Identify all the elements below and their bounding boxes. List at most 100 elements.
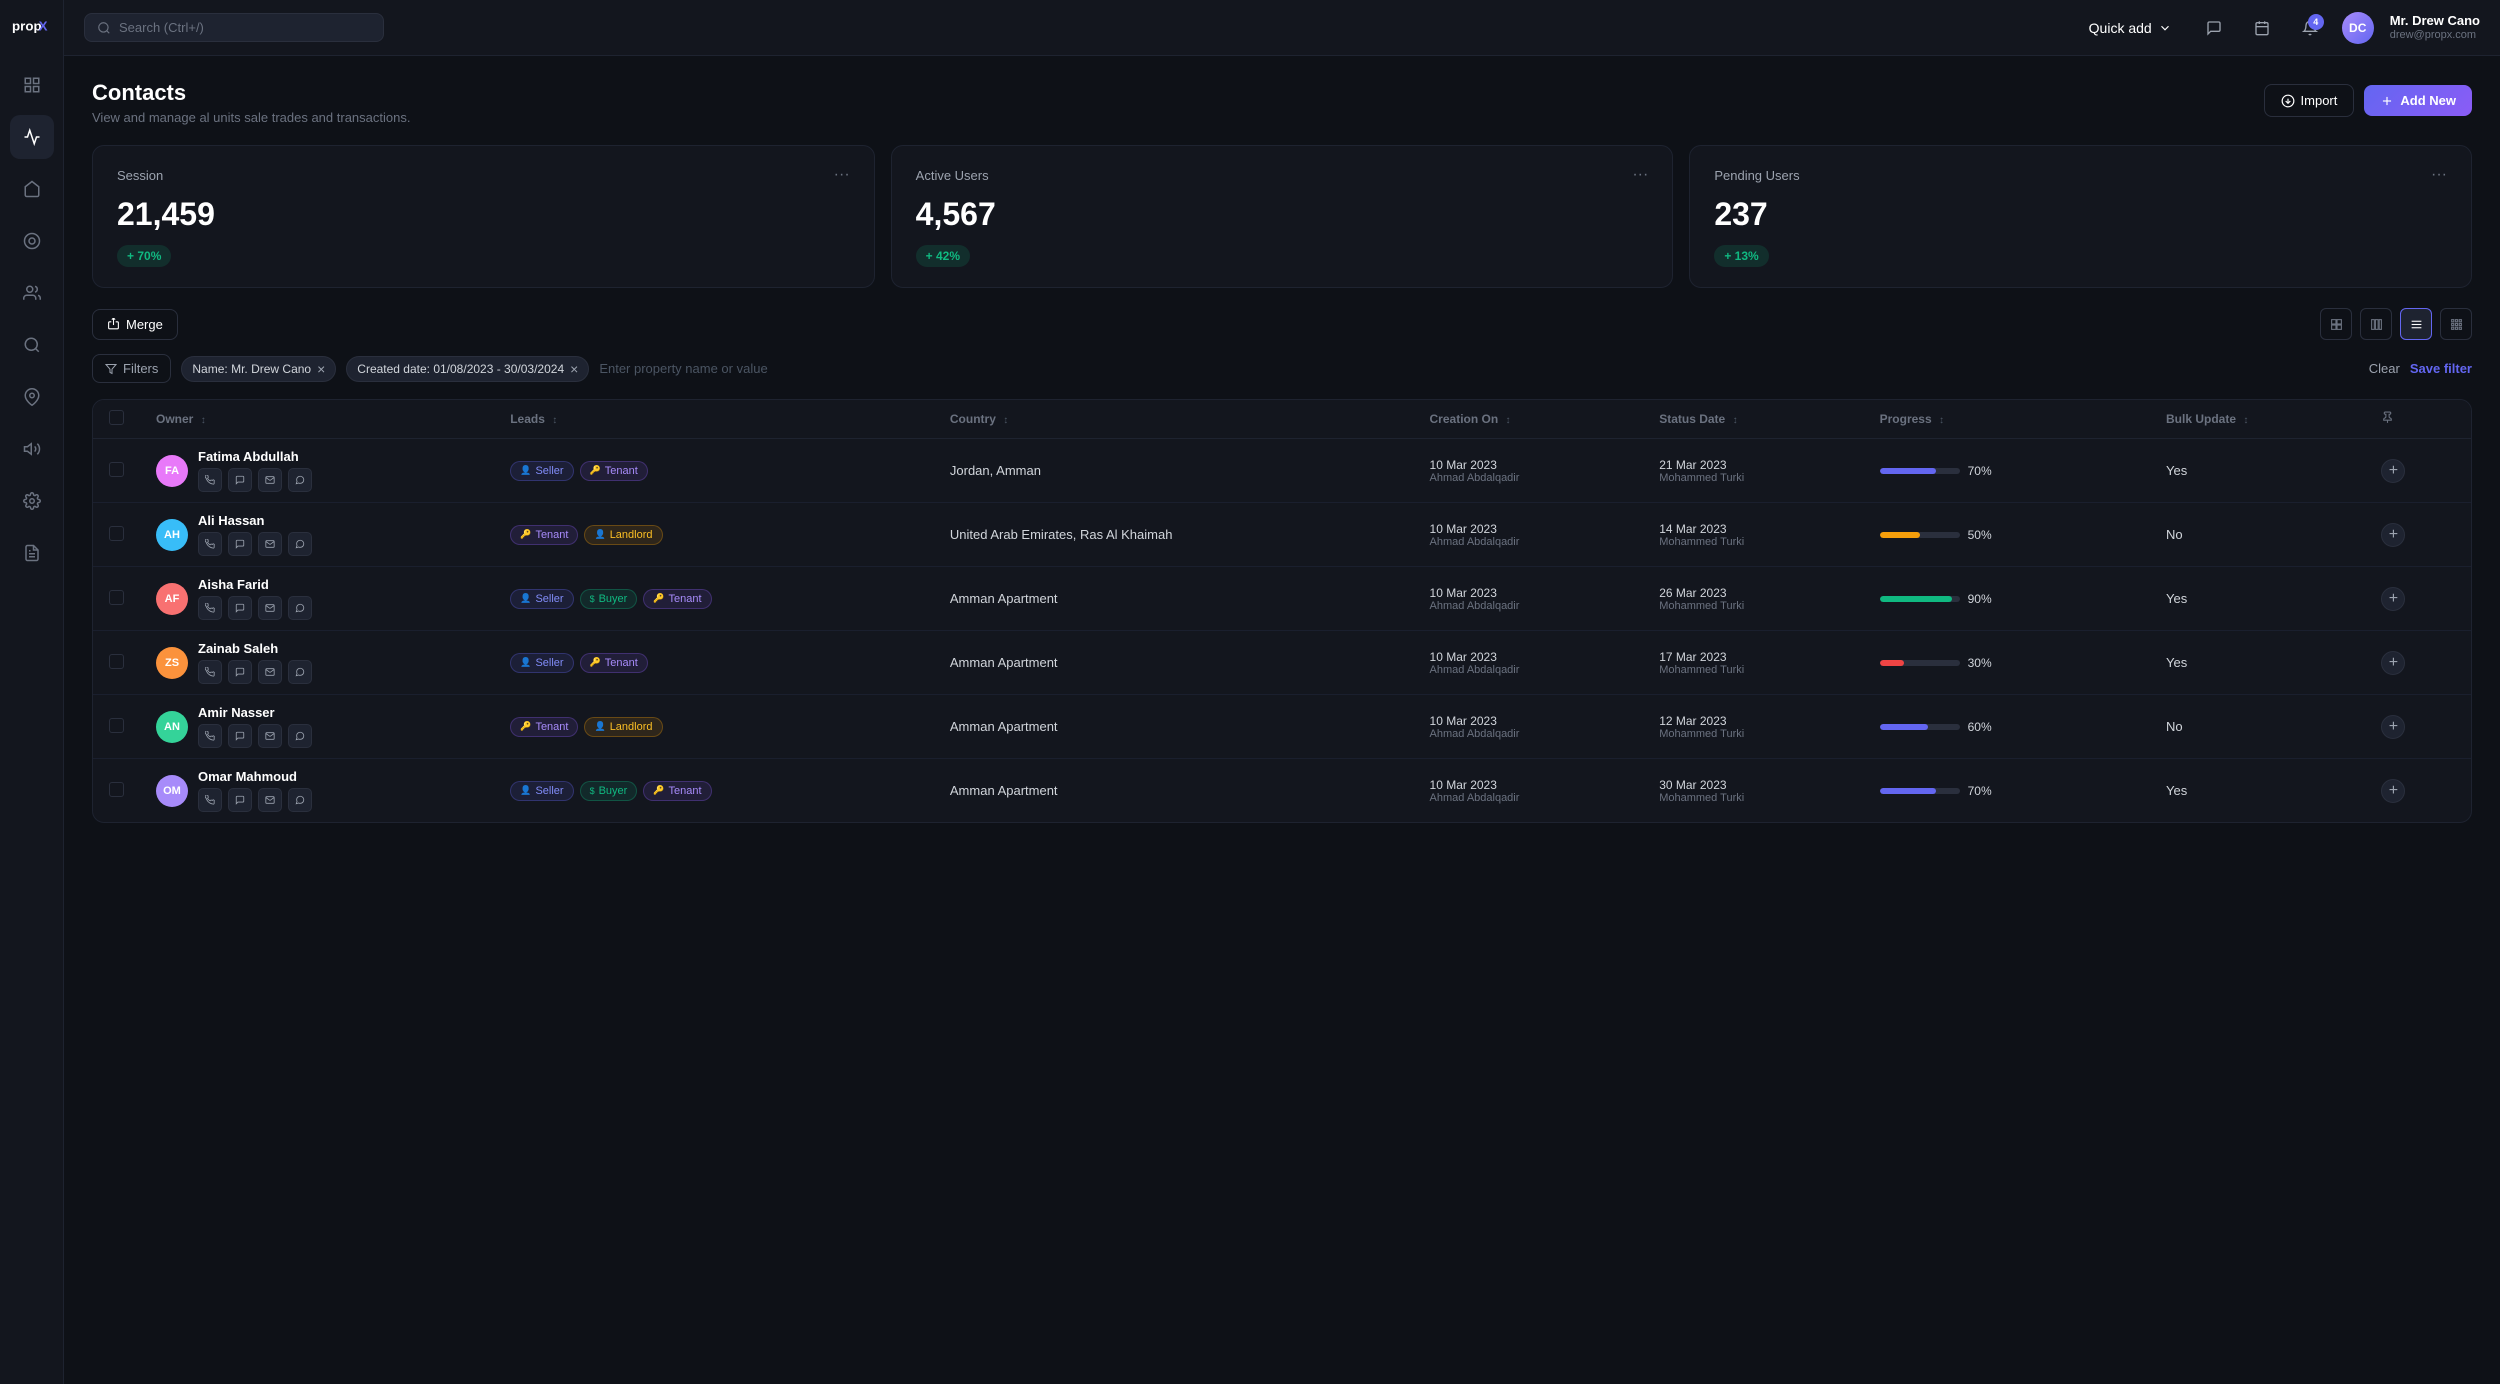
row-actions-cell: + <box>2365 695 2471 759</box>
sidebar-item-marketing[interactable] <box>10 427 54 471</box>
whatsapp-icon-button[interactable] <box>288 660 312 684</box>
lead-tag-tenant[interactable]: 🔑Tenant <box>510 525 578 545</box>
row-checkbox[interactable] <box>109 782 124 797</box>
notification-icon-button[interactable]: 4 <box>2294 12 2326 44</box>
lead-tag-tenant[interactable]: 🔑Tenant <box>580 461 648 481</box>
sidebar-item-dashboard[interactable] <box>10 63 54 107</box>
row-checkbox[interactable] <box>109 462 124 477</box>
merge-button[interactable]: Merge <box>92 309 178 340</box>
whatsapp-icon-button[interactable] <box>288 532 312 556</box>
lead-tag-seller[interactable]: 👤Seller <box>510 781 573 801</box>
creation-date: 10 Mar 2023 <box>1430 458 1628 472</box>
filters-button[interactable]: Filters <box>92 354 171 383</box>
email-icon-button[interactable] <box>258 468 282 492</box>
creation-cell: 10 Mar 2023 Ahmad Abdalqadir <box>1414 759 1644 823</box>
lead-tag-seller[interactable]: 👤Seller <box>510 461 573 481</box>
stat-session-menu[interactable]: ··· <box>834 166 850 184</box>
stat-pending-label: Pending Users <box>1714 168 1799 183</box>
sort-bulk-icon[interactable]: ↕ <box>2243 415 2248 426</box>
lead-tag-tenant[interactable]: 🔑Tenant <box>510 717 578 737</box>
sort-country-icon[interactable]: ↕ <box>1003 415 1008 426</box>
filter-tag-name: Name: Mr. Drew Cano × <box>181 356 336 382</box>
lead-tag-landlord[interactable]: 👤Landlord <box>584 717 662 737</box>
calendar-icon-button[interactable] <box>2246 12 2278 44</box>
bulk-update-cell: Yes <box>2150 759 2365 823</box>
sort-owner-icon[interactable]: ↕ <box>201 415 206 426</box>
row-checkbox[interactable] <box>109 526 124 541</box>
row-checkbox[interactable] <box>109 718 124 733</box>
sort-progress-icon[interactable]: ↕ <box>1939 415 1944 426</box>
add-row-button[interactable]: + <box>2381 715 2405 739</box>
phone-icon-button[interactable] <box>198 788 222 812</box>
sidebar-item-analytics[interactable] <box>10 115 54 159</box>
filter-name-remove[interactable]: × <box>317 362 325 376</box>
page-header: Contacts View and manage al units sale t… <box>92 80 2472 125</box>
sidebar-item-reports[interactable] <box>10 531 54 575</box>
phone-icon-button[interactable] <box>198 596 222 620</box>
whatsapp-icon-button[interactable] <box>288 724 312 748</box>
lead-tag-tenant[interactable]: 🔑Tenant <box>643 781 711 801</box>
sidebar-item-locations[interactable] <box>10 375 54 419</box>
add-row-button[interactable]: + <box>2381 779 2405 803</box>
whatsapp-icon-button[interactable] <box>288 788 312 812</box>
sidebar-item-contacts[interactable] <box>10 271 54 315</box>
sort-status-icon[interactable]: ↕ <box>1733 415 1738 426</box>
import-button[interactable]: Import <box>2264 84 2355 117</box>
message-icon-button[interactable] <box>228 532 252 556</box>
user-avatar[interactable]: DC <box>2342 12 2374 44</box>
add-row-button[interactable]: + <box>2381 587 2405 611</box>
sidebar-item-search[interactable] <box>10 323 54 367</box>
lead-tag-seller[interactable]: 👤Seller <box>510 589 573 609</box>
stat-session-badge: + 70% <box>117 245 171 267</box>
lead-tag-landlord[interactable]: 👤Landlord <box>584 525 662 545</box>
save-filter-button[interactable]: Save filter <box>2410 361 2472 376</box>
view-grid4-button[interactable] <box>2440 308 2472 340</box>
row-checkbox[interactable] <box>109 654 124 669</box>
sort-creation-icon[interactable]: ↕ <box>1506 415 1511 426</box>
select-all-checkbox[interactable] <box>109 410 124 425</box>
email-icon-button[interactable] <box>258 532 282 556</box>
chat-icon-button[interactable] <box>2198 12 2230 44</box>
email-icon-button[interactable] <box>258 596 282 620</box>
message-icon-button[interactable] <box>228 788 252 812</box>
add-new-button[interactable]: Add New <box>2364 85 2472 116</box>
message-icon-button[interactable] <box>228 468 252 492</box>
lead-tag-tenant[interactable]: 🔑Tenant <box>643 589 711 609</box>
message-icon-button[interactable] <box>228 660 252 684</box>
whatsapp-icon-button[interactable] <box>288 596 312 620</box>
contact-name: Zainab Saleh <box>198 641 312 656</box>
view-list-button[interactable] <box>2400 308 2432 340</box>
sidebar-item-leads[interactable] <box>10 167 54 211</box>
view-columns-button[interactable] <box>2360 308 2392 340</box>
filter-date-remove[interactable]: × <box>570 362 578 376</box>
add-row-button[interactable]: + <box>2381 523 2405 547</box>
email-icon-button[interactable] <box>258 660 282 684</box>
row-checkbox[interactable] <box>109 590 124 605</box>
sort-leads-icon[interactable]: ↕ <box>552 415 557 426</box>
email-icon-button[interactable] <box>258 788 282 812</box>
stat-pending-menu[interactable]: ··· <box>2431 166 2447 184</box>
add-row-button[interactable]: + <box>2381 459 2405 483</box>
search-bar[interactable]: Search (Ctrl+/) <box>84 13 384 42</box>
view-grid2-button[interactable] <box>2320 308 2352 340</box>
lead-tag-buyer[interactable]: $Buyer <box>580 589 638 609</box>
message-icon-button[interactable] <box>228 596 252 620</box>
progress-cell: 70% <box>1864 759 2150 823</box>
app-logo[interactable]: prop X <box>12 16 52 39</box>
stat-active-menu[interactable]: ··· <box>1632 166 1648 184</box>
phone-icon-button[interactable] <box>198 532 222 556</box>
phone-icon-button[interactable] <box>198 660 222 684</box>
lead-tag-buyer[interactable]: $Buyer <box>580 781 638 801</box>
phone-icon-button[interactable] <box>198 724 222 748</box>
clear-button[interactable]: Clear <box>2369 361 2400 376</box>
add-row-button[interactable]: + <box>2381 651 2405 675</box>
whatsapp-icon-button[interactable] <box>288 468 312 492</box>
sidebar-item-properties[interactable] <box>10 219 54 263</box>
quick-add-button[interactable]: Quick add <box>2079 14 2182 42</box>
lead-tag-tenant[interactable]: 🔑Tenant <box>580 653 648 673</box>
lead-tag-seller[interactable]: 👤Seller <box>510 653 573 673</box>
phone-icon-button[interactable] <box>198 468 222 492</box>
message-icon-button[interactable] <box>228 724 252 748</box>
sidebar-item-settings[interactable] <box>10 479 54 523</box>
email-icon-button[interactable] <box>258 724 282 748</box>
